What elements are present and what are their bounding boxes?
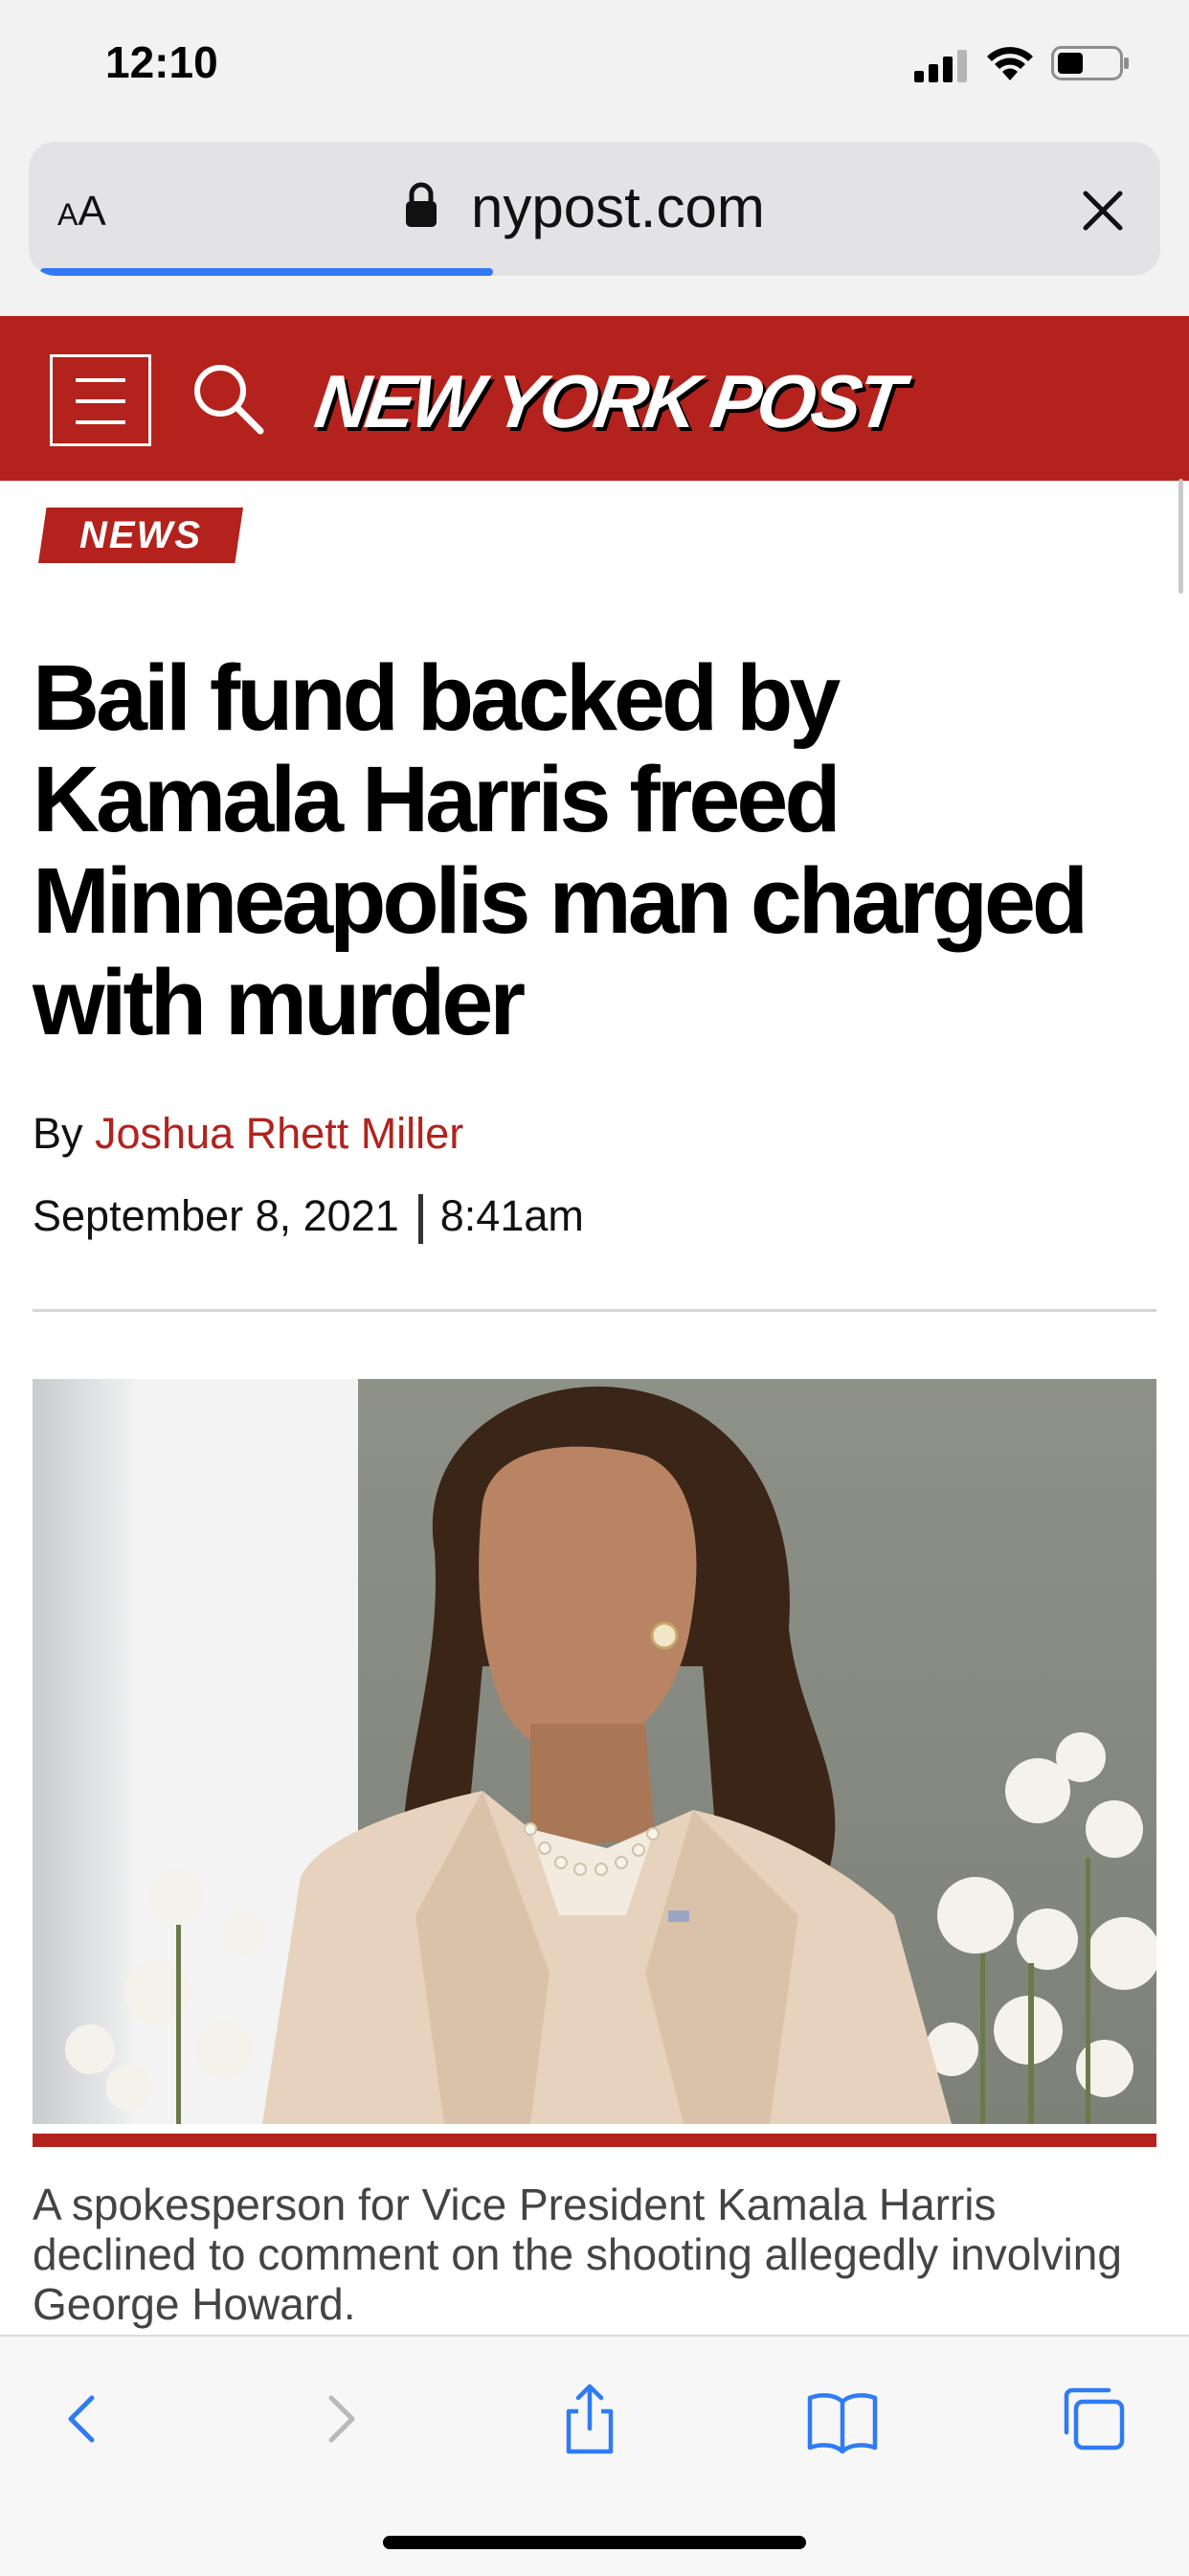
menu-button[interactable]: [50, 354, 151, 446]
article-hero-photo[interactable]: [33, 1379, 1156, 2124]
tabs-icon[interactable]: [1055, 2381, 1132, 2457]
photo-caption: A spokesperson for Vice President Kamala…: [33, 2180, 1122, 2329]
battery-icon: [1051, 46, 1129, 80]
publish-time: 8:41am: [439, 1191, 584, 1240]
wifi-icon: [987, 47, 1033, 80]
search-icon[interactable]: [188, 358, 268, 439]
status-bar: 12:10: [0, 0, 1189, 134]
author-link[interactable]: Joshua Rhett Miller: [95, 1109, 463, 1158]
hamburger-icon: [76, 378, 125, 382]
bookmarks-icon[interactable]: [804, 2381, 881, 2457]
address-bar[interactable]: AA nypost.com: [29, 142, 1160, 276]
home-indicator[interactable]: [383, 2536, 806, 2549]
section-badge[interactable]: NEWS: [38, 508, 243, 563]
back-icon[interactable]: [44, 2381, 121, 2457]
share-icon[interactable]: [551, 2381, 628, 2457]
date-separator: [417, 1194, 423, 1245]
cellular-signal-icon: [914, 50, 967, 82]
byline: By Joshua Rhett Miller: [33, 1109, 463, 1159]
reader-settings-button[interactable]: AA: [57, 188, 106, 236]
scroll-indicator: [1178, 479, 1183, 594]
article-headline: Bail fund backed by Kamala Harris freed …: [33, 645, 1088, 1054]
dateline: September 8, 2021 8:41am: [33, 1191, 584, 1245]
site-header: NEW YORK POST: [0, 316, 1189, 481]
close-icon[interactable]: [1080, 188, 1126, 234]
divider: [33, 1309, 1156, 1312]
browser-toolbar: [0, 2335, 1189, 2576]
forward-icon[interactable]: [303, 2381, 379, 2457]
byline-prefix: By: [33, 1109, 83, 1158]
publish-date: September 8, 2021: [33, 1191, 399, 1240]
status-time: 12:10: [105, 37, 218, 87]
page-load-progress: [40, 268, 493, 276]
site-logo[interactable]: NEW YORK POST: [310, 358, 906, 445]
url-text[interactable]: nypost.com: [471, 174, 765, 240]
caption-rule: [33, 2134, 1156, 2147]
lock-icon: [406, 182, 437, 227]
